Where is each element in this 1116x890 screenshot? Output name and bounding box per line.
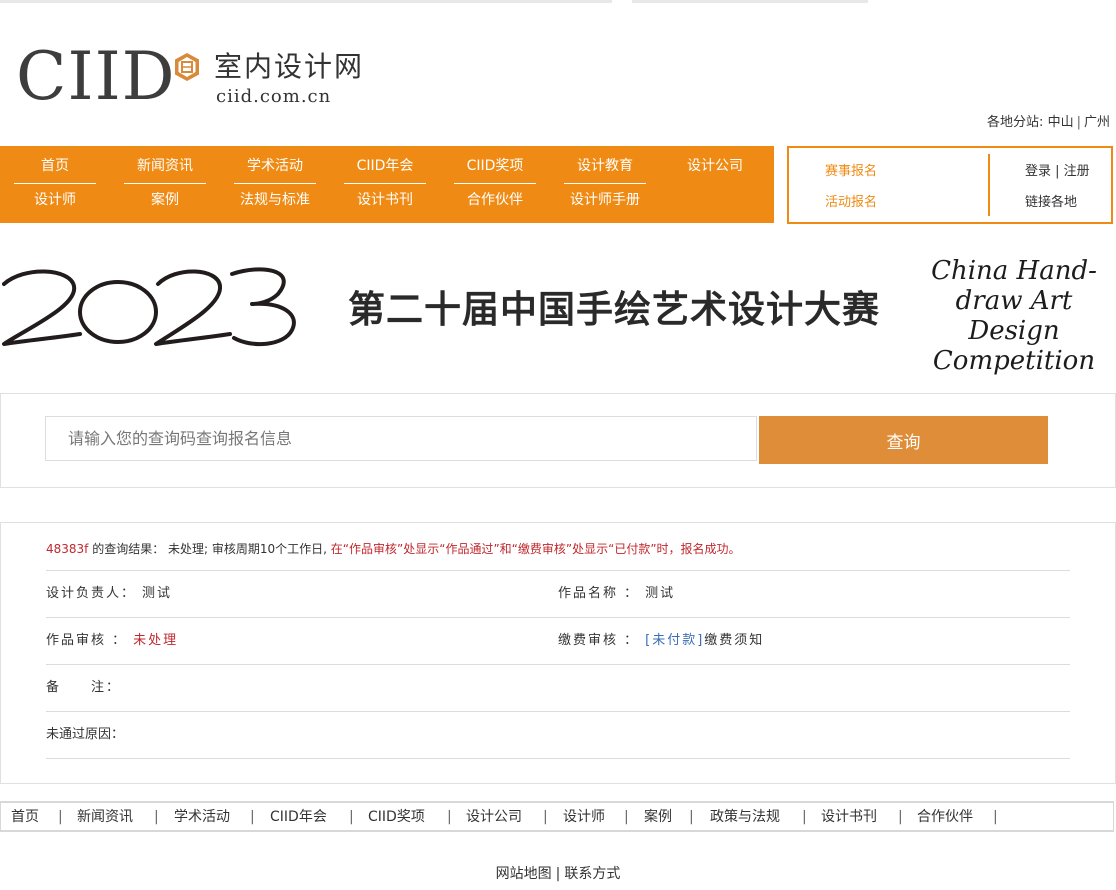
- nav-publications[interactable]: 设计书刊: [330, 184, 440, 217]
- banner-title: 第二十届中国手绘艺术设计大赛: [348, 288, 880, 331]
- side-links-box: 赛事报名 活动报名 登录 | 注册 链接各地: [787, 146, 1113, 224]
- activity-signup-link[interactable]: 活动报名: [825, 191, 877, 210]
- work-review-field: 作品审核 ：未处理: [46, 633, 179, 648]
- footer-nav: 首页 | 新闻资讯 | 学术活动 | CIID年会 | CIID奖项 | 设计公…: [0, 801, 1114, 832]
- sitemap-link[interactable]: 网站地图: [496, 866, 552, 882]
- work-name-value: 测试: [645, 586, 676, 601]
- nav-awards[interactable]: CIID奖项: [440, 150, 550, 184]
- nav-regulations[interactable]: 法规与标准: [220, 184, 330, 217]
- query-code-input[interactable]: [45, 416, 757, 461]
- nav-education[interactable]: 设计教育: [550, 150, 660, 184]
- branch-link-guangzhou[interactable]: 广州: [1084, 115, 1110, 130]
- logo-chinese-name: 室内设计网: [214, 50, 365, 83]
- footer-link-news[interactable]: 新闻资讯: [77, 803, 133, 832]
- nav-partners[interactable]: 合作伙伴: [440, 184, 550, 217]
- footer-link-designers[interactable]: 设计师: [563, 803, 605, 832]
- work-review-status: 未处理: [133, 633, 179, 648]
- payment-review-field: 缴费审核 ： [未付款]缴费须知: [558, 633, 765, 648]
- contact-link[interactable]: 联系方式: [564, 866, 620, 882]
- nav-cases[interactable]: 案例: [110, 184, 220, 217]
- branch-sites: 各地分站: 中山 | 广州: [987, 115, 1110, 130]
- designer-field: 设计负责人： 测试: [46, 586, 173, 601]
- footer-link-annual-meeting[interactable]: CIID年会: [270, 803, 327, 832]
- success-condition-note: 在“作品审核”处显示“作品通过”和“缴费审核”处显示“已付款”时，报名成功。: [330, 542, 741, 556]
- result-row-remark: 备 注：: [46, 664, 1070, 712]
- work-name-field: 作品名称 ：测试: [558, 586, 676, 601]
- rejection-reason-field: 未通过原因：: [46, 727, 125, 742]
- logo-ciid-text: CIID: [16, 38, 176, 115]
- nav-home[interactable]: 首页: [0, 150, 110, 184]
- result-row-rejection: 未通过原因：: [46, 711, 1070, 759]
- footer-link-partners[interactable]: 合作伙伴: [917, 803, 973, 832]
- competition-banner: 2023 第二十届中国手绘艺术设计大赛 China Hand- draw Art…: [0, 250, 1116, 376]
- main-nav-row-2: 设计师 案例 法规与标准 设计书刊 合作伙伴 设计师手册: [0, 184, 660, 217]
- payment-status: [未付款]: [645, 633, 705, 648]
- seal-icon: [175, 53, 199, 81]
- nav-designers[interactable]: 设计师: [0, 184, 110, 217]
- nav-companies[interactable]: 设计公司: [660, 150, 770, 183]
- footer-link-awards[interactable]: CIID奖项: [368, 803, 425, 832]
- footer-link-publications[interactable]: 设计书刊: [821, 803, 877, 832]
- query-button[interactable]: 查询: [759, 416, 1048, 464]
- footer-link-academic[interactable]: 学术活动: [174, 803, 230, 832]
- query-result-panel: 48383f 的查询结果： 未处理; 审核周期10个工作日, 在“作品审核”处显…: [0, 522, 1116, 784]
- footer-link-cases[interactable]: 案例: [644, 803, 672, 832]
- nav-academic[interactable]: 学术活动: [220, 150, 330, 184]
- main-nav-row-1: 首页 新闻资讯 学术活动 CIID年会 CIID奖项 设计教育 设计公司: [0, 150, 770, 184]
- footer-link-policy[interactable]: 政策与法规: [710, 803, 780, 832]
- logo-url: ciid.com.cn: [216, 86, 332, 107]
- nav-designer-handbook[interactable]: 设计师手册: [550, 184, 660, 217]
- search-panel: 查询: [0, 393, 1116, 488]
- result-summary: 48383f 的查询结果： 未处理; 审核周期10个工作日, 在“作品审核”处显…: [46, 542, 741, 556]
- payment-notice-link[interactable]: 缴费须知: [704, 633, 764, 648]
- login-register-link[interactable]: 登录 | 注册: [1025, 160, 1090, 179]
- footer-bottom-links: 网站地图 | 联系方式: [495, 866, 621, 882]
- footer-link-home[interactable]: 首页: [11, 803, 39, 832]
- branch-label: 各地分站:: [987, 115, 1044, 130]
- remark-field: 备 注：: [46, 680, 122, 695]
- result-row-designer: 设计负责人： 测试 作品名称 ：测试: [46, 570, 1070, 618]
- nav-annual-meeting[interactable]: CIID年会: [330, 150, 440, 184]
- result-row-review: 作品审核 ：未处理 缴费审核 ： [未付款]缴费须知: [46, 617, 1070, 665]
- top-border: [0, 0, 1116, 3]
- nav-news[interactable]: 新闻资讯: [110, 150, 220, 184]
- designer-value: 测试: [142, 586, 173, 601]
- footer-link-companies[interactable]: 设计公司: [466, 803, 522, 832]
- side-divider: [988, 154, 990, 216]
- branch-links[interactable]: 链接各地: [1025, 191, 1077, 210]
- branch-link-zhongshan[interactable]: 中山: [1048, 115, 1074, 130]
- banner-year-script: 2023: [2, 267, 296, 347]
- query-code: 48383f: [46, 542, 89, 556]
- event-signup-link[interactable]: 赛事报名: [825, 160, 877, 179]
- result-bottom-divider: [46, 758, 1070, 759]
- main-nav: 首页 新闻资讯 学术活动 CIID年会 CIID奖项 设计教育 设计公司 设计师…: [0, 146, 774, 223]
- banner-english-title: China Hand- draw Art Design Competition: [931, 256, 1097, 376]
